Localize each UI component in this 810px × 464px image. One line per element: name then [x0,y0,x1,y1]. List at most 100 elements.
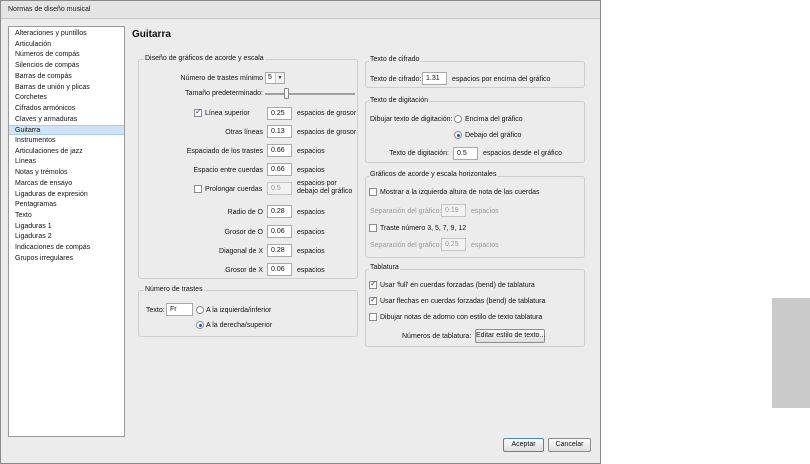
sep1-label: Separación del gráfico: [370,208,442,215]
fret-left-label: A la izquierda/inferior [206,307,272,314]
string-spacing-field[interactable]: 0.66 [267,163,292,176]
fret-right-label: A la derecha/superior [206,322,273,329]
fingering-above-label: Encima del gráfico [465,116,523,123]
fret-spacing-label: Espaciado de los trastes [186,148,263,155]
page-title: Guitarra [132,29,171,40]
top-line-label: Línea superior [205,110,250,117]
radio-dot-icon [456,133,460,137]
default-size-label: Tamaño predeterminado: [185,90,263,97]
fingering-title: Texto de digitación [369,97,429,104]
thickness-o-label: Grosor de O [224,229,263,236]
fret-number-title: Número de trastes [144,286,204,293]
sep2-field[interactable]: 0.25 [441,238,466,251]
fingering-text-unit: espacios desde el gráfico [483,150,562,157]
cifrado-unit: espacios por encima del gráfico [452,76,551,83]
chevron-down-icon: ▼ [275,73,284,83]
radius-o-field[interactable]: 0.28 [267,205,292,218]
tab-full-checkbox[interactable]: ✓ [369,279,377,289]
fingering-draw-label: Dibujar texto de digitación: [370,116,453,123]
tablature-title: Tablatura [369,264,400,271]
top-line-checkbox[interactable]: ✓ [194,107,202,117]
sidebar-item[interactable]: Líneas [15,157,36,167]
sidebar-item[interactable]: Ligaduras de expresión [15,190,88,200]
tab-ornament-checkbox[interactable]: ✓ [369,313,377,321]
sidebar-item[interactable]: Indicaciones de compás [15,243,90,253]
sidebar-item[interactable]: Ligaduras 1 [15,222,52,232]
radius-o-label: Radio de O [227,209,263,216]
diagonal-x-field[interactable]: 0.28 [267,244,292,257]
background-panel [772,298,810,408]
check-icon: ✓ [195,107,202,116]
sidebar-item[interactable]: Barras de unión y plicas [15,83,90,93]
sidebar-item[interactable]: Articulación [15,40,51,50]
sidebar-item[interactable]: Notas y trémolos [15,168,68,178]
fret-spacing-field[interactable]: 0.66 [267,144,292,157]
radius-o-unit: espacios [297,209,325,216]
fret-right-radio[interactable] [196,321,204,329]
category-list[interactable]: Alteraciones y puntillos Articulación Núme… [8,26,125,437]
fret-spacing-unit: espacios [297,148,325,155]
radio-dot-icon [198,323,202,327]
extend-strings-label: Prolongar cuerdas [205,186,263,193]
sidebar-item[interactable]: Texto [15,211,32,221]
tab-arrows-checkbox[interactable]: ✓ [369,295,377,305]
other-lines-field[interactable]: 0.13 [267,125,292,138]
cancel-button[interactable]: Cancelar [548,438,591,452]
top-line-field[interactable]: 0.25 [267,107,292,120]
sidebar-item[interactable]: Números de compás [15,50,80,60]
ok-button[interactable]: Aceptar [503,438,544,452]
sidebar-item[interactable]: Instrumentos [15,136,55,146]
sidebar-item[interactable]: Ligaduras 2 [15,232,52,242]
edit-text-style-button[interactable]: Editar estilo de texto... [475,329,545,343]
sidebar-item[interactable]: Guitarra [9,125,124,136]
fingering-below-radio[interactable] [454,131,462,139]
default-size-track[interactable] [265,93,355,95]
sidebar-item[interactable]: Corchetes [15,93,47,103]
sidebar-item[interactable]: Claves y armaduras [15,115,77,125]
tab-full-label: Usar 'full' en cuerdas forzadas (bend) d… [380,282,535,289]
cifrado-label: Texto de cifrado: [370,76,422,83]
chord-design-title: Diseño de gráficos de acorde y escala [144,55,265,62]
thickness-x-unit: espacios [297,267,325,274]
sidebar-item[interactable]: Silencios de compás [15,61,79,71]
fingering-below-label: Debajo del gráfico [465,132,522,139]
check-icon: ✓ [370,295,377,304]
sep1-field[interactable]: 0.19 [441,204,466,217]
fret-text-field[interactable]: Fr [166,303,193,316]
diagonal-x-label: Diagonal de X [219,248,263,255]
fret-numbers-checkbox[interactable]: ✓ [369,224,377,232]
thickness-x-label: Grosor de X [225,267,263,274]
cifrado-title: Texto de cifrado [369,56,421,63]
thickness-o-field[interactable]: 0.06 [267,225,292,238]
fret-left-radio[interactable] [196,306,204,314]
min-frets-value: 5 [268,74,272,81]
sep1-unit: espacios [471,208,499,215]
extend-strings-field[interactable]: 0.5 [267,182,292,195]
sidebar-item[interactable]: Barras de compás [15,72,72,82]
min-frets-select[interactable]: 5 ▼ [265,72,285,84]
sidebar-item[interactable]: Cifrados armónicos [15,104,75,114]
sidebar-item[interactable]: Grupos irregulares [15,254,73,264]
default-size-slider[interactable] [283,88,289,99]
extend-strings-unit: espacios por debajo del gráfico [297,180,353,195]
sidebar-item[interactable]: Articulaciones de jazz [15,147,83,157]
fingering-text-label: Texto de digitación: [389,150,449,157]
fingering-above-radio[interactable] [454,115,462,123]
diagonal-x-unit: espacios [297,248,325,255]
fingering-text-field[interactable]: 0.5 [453,147,478,160]
show-height-checkbox[interactable]: ✓ [369,188,377,196]
check-icon: ✓ [370,279,377,288]
window-title: Normas de diseño musical [8,6,91,13]
string-spacing-label: Espacio entre cuerdas [193,167,263,174]
sidebar-item[interactable]: Marcas de ensayo [15,179,72,189]
other-lines-unit: espacios de grosor [297,129,357,136]
show-height-label: Mostrar a la izquierda altura de nota de… [380,189,540,196]
dialog-window: Normas de diseño musical Alteraciones y … [0,0,601,464]
extend-strings-checkbox[interactable]: ✓ [194,185,202,193]
top-line-unit: espacios de grosor [297,110,357,117]
thickness-x-field[interactable]: 0.06 [267,263,292,276]
fret-text-label: Texto: [146,307,165,314]
sidebar-item[interactable]: Alteraciones y puntillos [15,29,87,39]
sidebar-item[interactable]: Pentagramas [15,200,57,210]
cifrado-field[interactable]: 1.31 [422,72,447,85]
